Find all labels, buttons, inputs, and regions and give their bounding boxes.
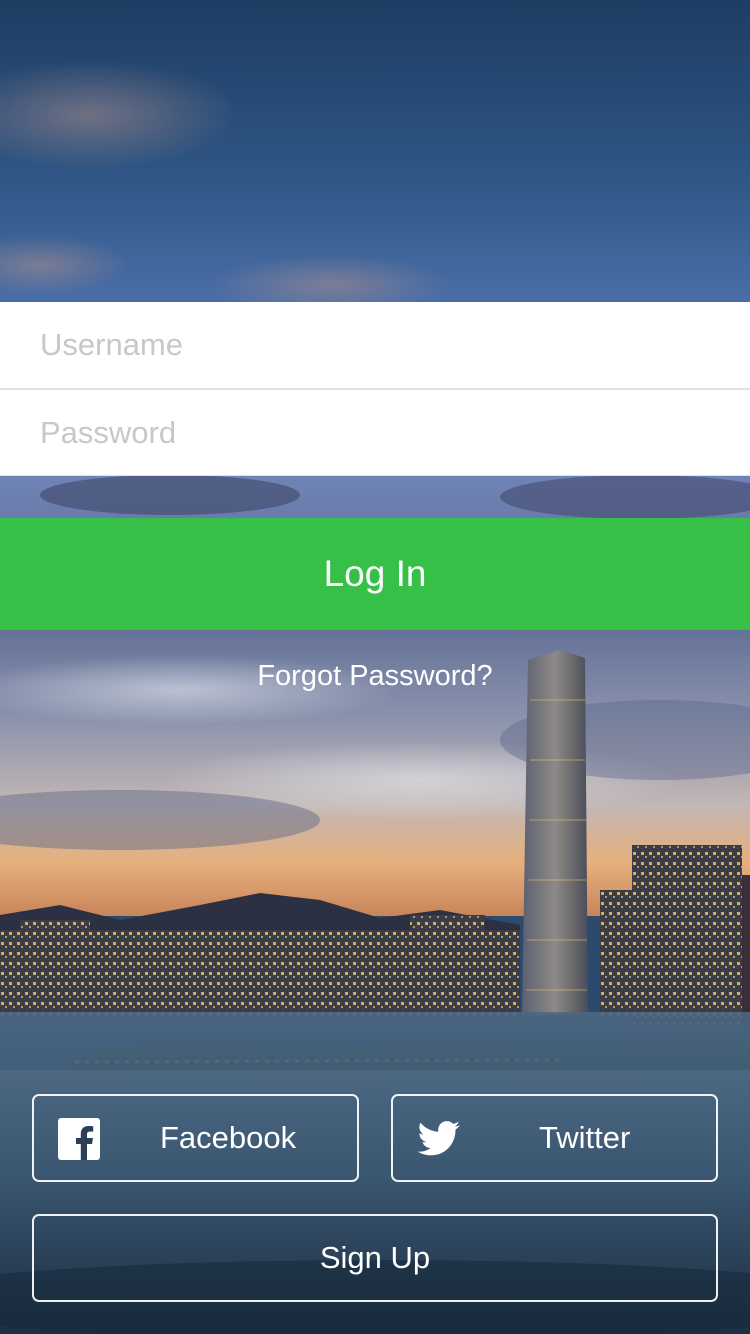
twitter-button-label: Twitter (539, 1120, 631, 1155)
signup-button[interactable]: Sign Up (32, 1214, 718, 1302)
login-button[interactable]: Log In (0, 518, 750, 630)
username-input[interactable] (40, 302, 710, 388)
password-row (0, 390, 750, 476)
username-row (0, 302, 750, 390)
login-screen: Log In Forgot Password? Facebook Twitter… (0, 0, 750, 1334)
forgot-password-link[interactable]: Forgot Password? (0, 660, 750, 693)
password-input[interactable] (40, 390, 710, 476)
facebook-login-button[interactable]: Facebook (32, 1094, 359, 1182)
facebook-button-label: Facebook (160, 1120, 297, 1155)
facebook-icon (58, 1118, 100, 1160)
login-button-label: Log In (323, 553, 427, 594)
twitter-login-button[interactable]: Twitter (391, 1094, 718, 1182)
twitter-icon (417, 1121, 460, 1156)
forgot-password-label: Forgot Password? (257, 660, 493, 692)
signup-button-label: Sign Up (319, 1240, 431, 1275)
